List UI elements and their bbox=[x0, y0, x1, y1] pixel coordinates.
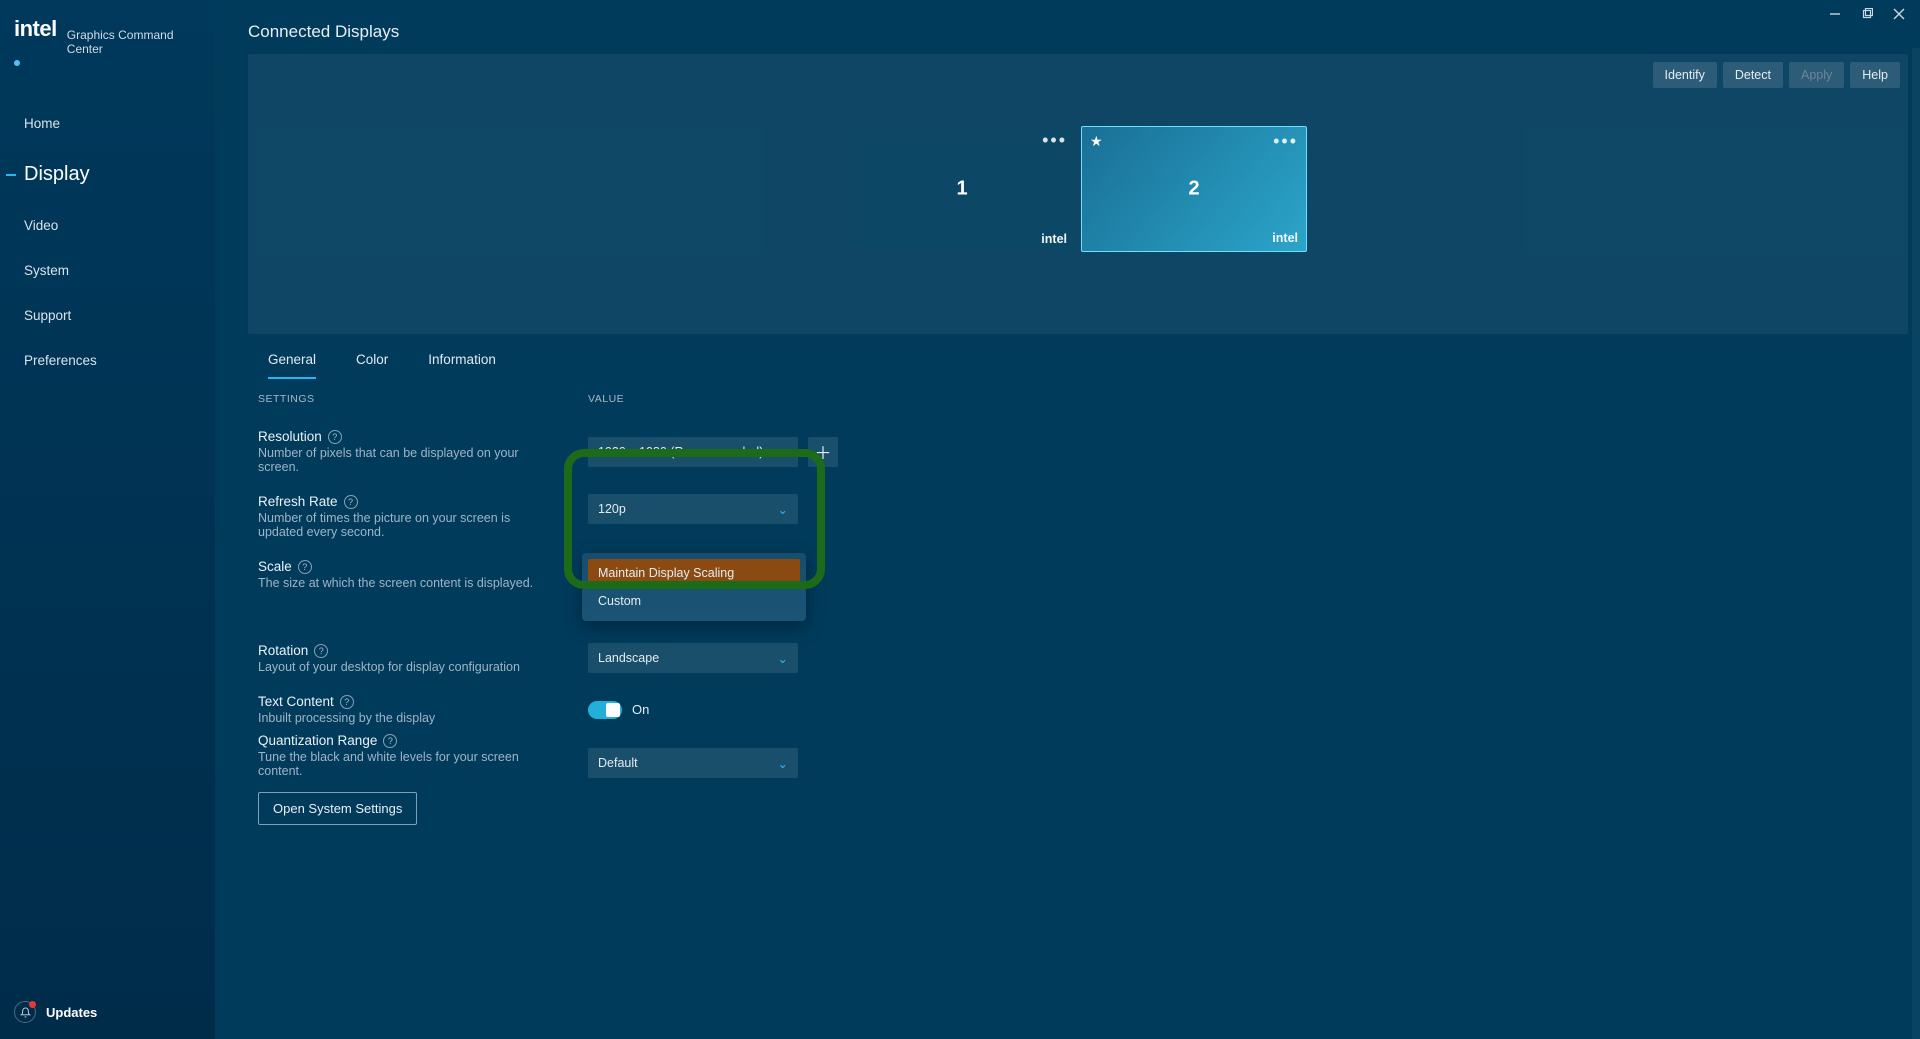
tab-color[interactable]: Color bbox=[356, 352, 388, 379]
refresh-label: Refresh Rate bbox=[258, 494, 338, 509]
monitor-2-more-icon[interactable]: ••• bbox=[1273, 131, 1298, 152]
setting-scale: Scale ? The size at which the screen con… bbox=[258, 559, 588, 623]
nav-item-system[interactable]: System bbox=[0, 255, 215, 286]
column-header-settings: SETTINGS bbox=[258, 393, 588, 409]
chevron-down-icon: ⌄ bbox=[778, 651, 788, 666]
updates-button[interactable]: Updates bbox=[14, 1001, 97, 1023]
quant-desc: Tune the black and white levels for your… bbox=[258, 750, 558, 778]
resolution-select[interactable]: 1920 x 1080 (Recommended) ⌄ bbox=[588, 437, 798, 467]
nav-item-display[interactable]: Display bbox=[0, 153, 215, 196]
nav: Home Display Video System Support Prefer… bbox=[0, 108, 215, 376]
rotation-label: Rotation bbox=[258, 643, 308, 658]
nav-item-home[interactable]: Home bbox=[0, 108, 215, 139]
rotation-select[interactable]: Landscape ⌄ bbox=[588, 643, 798, 673]
resolution-desc: Number of pixels that can be displayed o… bbox=[258, 446, 558, 474]
resolution-value: 1920 x 1080 (Recommended) bbox=[598, 445, 763, 459]
monitor-2[interactable]: ★ ••• 2 intel bbox=[1081, 126, 1307, 252]
text-content-state: On bbox=[632, 702, 649, 717]
bell-icon bbox=[14, 1001, 36, 1023]
identify-button[interactable]: Identify bbox=[1653, 62, 1717, 88]
scale-desc: The size at which the screen content is … bbox=[258, 576, 558, 590]
text-content-label: Text Content bbox=[258, 694, 334, 709]
tab-information[interactable]: Information bbox=[428, 352, 496, 379]
chevron-down-icon: ⌄ bbox=[778, 756, 788, 771]
sidebar: intel Graphics Command Center Home Displ… bbox=[0, 0, 215, 1039]
rotation-desc: Layout of your desktop for display confi… bbox=[258, 660, 558, 674]
help-button[interactable]: Help bbox=[1850, 62, 1900, 88]
monitor-1-more-icon[interactable]: ••• bbox=[1042, 130, 1067, 151]
page-title: Connected Displays bbox=[248, 0, 1920, 54]
setting-text-content: Text Content ? Inbuilt processing by the… bbox=[258, 694, 588, 725]
text-content-desc: Inbuilt processing by the display bbox=[258, 711, 558, 725]
text-content-toggle[interactable] bbox=[588, 701, 622, 719]
add-resolution-button[interactable]: ＋ bbox=[808, 437, 838, 467]
help-icon[interactable]: ? bbox=[383, 734, 397, 748]
detect-button[interactable]: Detect bbox=[1723, 62, 1783, 88]
plus-icon: ＋ bbox=[815, 439, 832, 464]
column-header-value: VALUE bbox=[588, 393, 888, 409]
apply-button: Apply bbox=[1789, 62, 1844, 88]
scrollbar[interactable] bbox=[1912, 48, 1920, 1039]
setting-refresh-rate: Refresh Rate ? Number of times the pictu… bbox=[258, 494, 588, 539]
setting-rotation: Rotation ? Layout of your desktop for di… bbox=[258, 643, 588, 674]
quantization-select[interactable]: Default ⌄ bbox=[588, 748, 798, 778]
brand-block: intel Graphics Command Center bbox=[0, 0, 215, 108]
scale-option-custom[interactable]: Custom bbox=[588, 587, 800, 615]
notification-dot-icon bbox=[29, 1001, 36, 1008]
nav-item-video[interactable]: Video bbox=[0, 210, 215, 241]
monitor-2-number: 2 bbox=[1188, 178, 1199, 201]
settings-tabs: General Color Information bbox=[248, 334, 1920, 379]
app-name: Graphics Command Center bbox=[67, 28, 201, 56]
chevron-down-icon: ⌄ bbox=[778, 444, 788, 459]
monitor-2-brand: intel bbox=[1272, 231, 1298, 245]
chevron-down-icon: ⌄ bbox=[778, 502, 788, 517]
nav-item-preferences[interactable]: Preferences bbox=[0, 345, 215, 376]
scale-option-maintain[interactable]: Maintain Display Scaling bbox=[588, 559, 800, 587]
scale-label: Scale bbox=[258, 559, 292, 574]
resolution-label: Resolution bbox=[258, 429, 322, 444]
refresh-value: 120p bbox=[598, 502, 626, 516]
help-icon[interactable]: ? bbox=[344, 495, 358, 509]
updates-label: Updates bbox=[46, 1005, 97, 1020]
primary-star-icon: ★ bbox=[1090, 133, 1103, 150]
quantization-value: Default bbox=[598, 756, 638, 770]
monitor-1-number: 1 bbox=[956, 178, 967, 201]
refresh-desc: Number of times the picture on your scre… bbox=[258, 511, 558, 539]
monitor-1[interactable]: ••• 1 intel bbox=[849, 126, 1075, 252]
help-icon[interactable]: ? bbox=[314, 644, 328, 658]
help-icon[interactable]: ? bbox=[340, 695, 354, 709]
settings-grid: SETTINGS VALUE Resolution ? Number of pi… bbox=[248, 379, 1920, 778]
intel-logo: intel bbox=[14, 16, 59, 68]
connected-displays-panel: Identify Detect Apply Help ••• 1 intel ★… bbox=[248, 54, 1908, 334]
monitor-1-brand: intel bbox=[1041, 232, 1067, 246]
refresh-select[interactable]: 120p ⌄ bbox=[588, 494, 798, 524]
help-icon[interactable]: ? bbox=[298, 560, 312, 574]
help-icon[interactable]: ? bbox=[328, 430, 342, 444]
setting-resolution: Resolution ? Number of pixels that can b… bbox=[258, 429, 588, 474]
setting-quantization-range: Quantization Range ? Tune the black and … bbox=[258, 733, 588, 778]
nav-item-support[interactable]: Support bbox=[0, 300, 215, 331]
tab-general[interactable]: General bbox=[268, 352, 316, 379]
open-system-settings-button[interactable]: Open System Settings bbox=[258, 792, 417, 825]
quant-label: Quantization Range bbox=[258, 733, 377, 748]
scale-dropdown-open: Maintain Display Scaling Custom bbox=[582, 553, 806, 621]
rotation-value: Landscape bbox=[598, 651, 659, 665]
